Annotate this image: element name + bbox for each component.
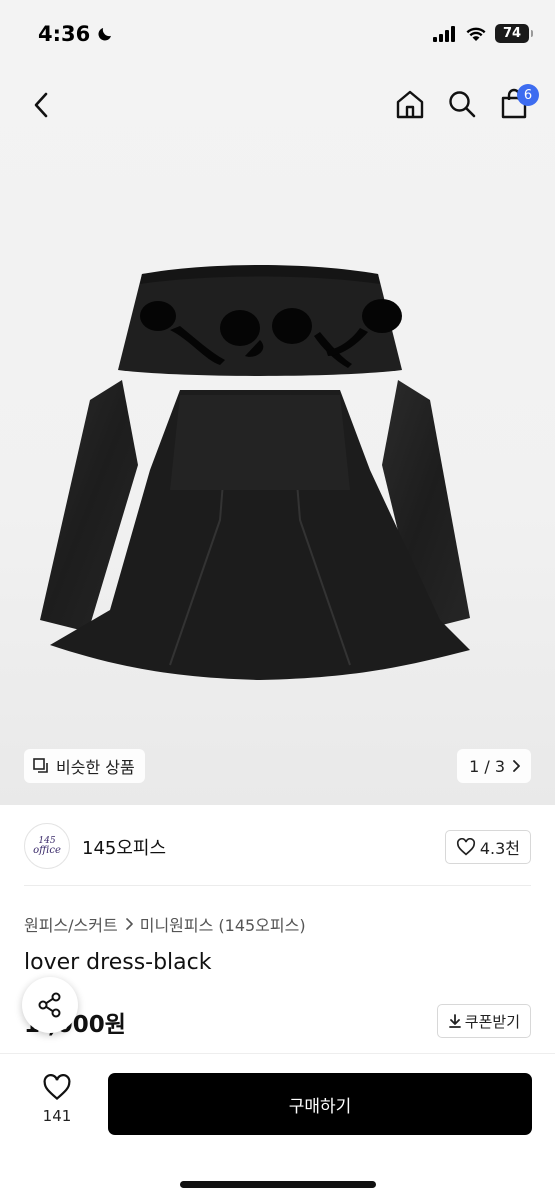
buy-button-label: 구매하기 [288, 1096, 352, 1117]
back-button[interactable] [28, 88, 54, 122]
bottom-action-bar: 141 구매하기 [0, 1053, 555, 1200]
divider [24, 885, 531, 886]
gallery-pager-text: 1 / 3 [469, 756, 505, 776]
top-nav: 6 [0, 70, 555, 140]
similar-products-label: 비슷한 상품 [56, 758, 135, 777]
chevron-left-icon [34, 92, 48, 118]
status-time: 4:36 [38, 22, 114, 46]
similar-products-button[interactable]: 비슷한 상품 [24, 749, 145, 783]
moon-icon [98, 28, 112, 41]
wishlist-button[interactable]: 141 [30, 1074, 84, 1125]
heart-icon [43, 1074, 71, 1101]
status-indicators: 74 [433, 24, 533, 43]
download-icon [448, 1014, 461, 1028]
buy-button[interactable]: 구매하기 [108, 1073, 532, 1135]
battery-icon: 74 [495, 24, 533, 43]
status-time-text: 4:36 [38, 22, 91, 46]
share-button[interactable] [22, 977, 78, 1033]
shop-info[interactable]: 145 office 145오피스 4.3천 [0, 805, 555, 887]
wishlist-count: 141 [42, 1107, 72, 1125]
shop-logo[interactable]: 145 office [24, 823, 70, 869]
chevron-right-icon [125, 918, 133, 930]
coupon-label: 쿠폰받기 [464, 1012, 520, 1031]
shop-name[interactable]: 145오피스 [82, 834, 166, 860]
status-bar: 4:36 74 [0, 0, 555, 70]
wifi-icon [466, 27, 486, 41]
shop-like-button[interactable]: 4.3천 [444, 830, 531, 864]
signal-icon [433, 25, 455, 42]
breadcrumb-subcategory[interactable]: 미니원피스 (145오피스) [140, 912, 306, 936]
nav-actions: 6 [393, 84, 539, 122]
cart-button[interactable]: 6 [497, 84, 539, 122]
home-indicator [180, 1181, 376, 1188]
shop-like-count: 4.3천 [479, 839, 520, 858]
share-icon [38, 992, 61, 1018]
heart-icon [456, 838, 475, 856]
breadcrumb: 원피스/스커트 미니원피스 (145오피스) [24, 912, 306, 936]
battery-level: 74 [502, 26, 522, 41]
chevron-right-icon [513, 760, 520, 772]
gallery-pager[interactable]: 1 / 3 [457, 749, 531, 783]
coupon-button[interactable]: 쿠폰받기 [436, 1004, 531, 1038]
home-button[interactable] [393, 86, 427, 122]
home-icon [396, 90, 424, 119]
product-image [40, 265, 470, 680]
search-button[interactable] [445, 86, 479, 122]
search-icon [449, 91, 476, 118]
shop-logo-line2: office [33, 844, 61, 856]
breadcrumb-category[interactable]: 원피스/스커트 [24, 912, 118, 936]
product-title: lover dress-black [24, 950, 212, 975]
cart-badge: 6 [517, 84, 539, 106]
product-gallery[interactable]: 6 비슷한 상품 1 / 3 [0, 70, 555, 805]
copy-icon [33, 758, 48, 773]
